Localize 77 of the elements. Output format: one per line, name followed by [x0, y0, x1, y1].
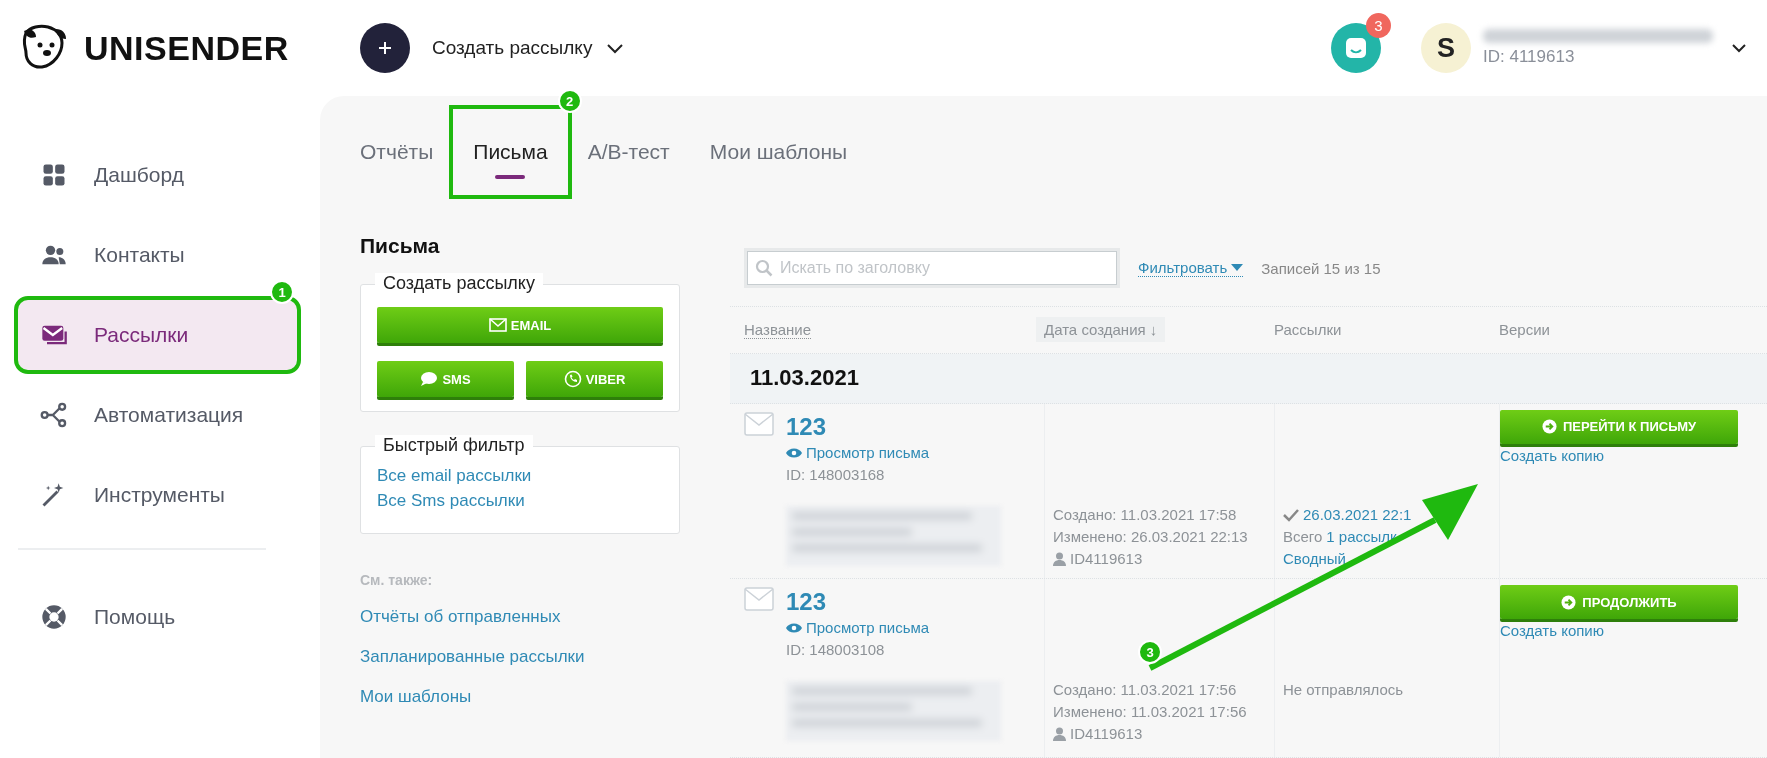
envelope-icon	[744, 587, 774, 612]
step-badge: 1	[270, 280, 294, 304]
sidebar-item[interactable]: Инструменты	[18, 460, 297, 530]
sent-date-link[interactable]: 26.03.2021 22:1	[1303, 503, 1412, 526]
modified-date: Изменено: 26.03.2021 22:13	[1053, 526, 1249, 547]
create-copy-link[interactable]: Создать копию	[1500, 619, 1604, 644]
date-group-header: 11.03.2021	[730, 353, 1767, 404]
eye-icon	[786, 446, 802, 459]
viber-button[interactable]: VIBER	[526, 361, 663, 397]
plus-icon	[376, 39, 394, 57]
plus-button[interactable]	[360, 23, 410, 73]
notification-badge: 3	[1366, 13, 1391, 38]
letter-title-link[interactable]: 123	[786, 587, 1001, 618]
see-also-link[interactable]: Отчёты об отправленных	[360, 604, 680, 629]
sidebar-item[interactable]: Дашборд	[18, 140, 297, 210]
panel-legend: Быстрый фильтр	[375, 435, 533, 456]
chevron-down-icon[interactable]	[1731, 43, 1747, 53]
total-label: Всего	[1283, 526, 1323, 547]
eye-icon	[786, 622, 802, 635]
logo-text: UNISENDER	[84, 28, 289, 68]
arrow-circle-icon	[1541, 419, 1557, 435]
action-button[interactable]: ПЕРЕЙТИ К ПИСЬМУ	[1500, 409, 1738, 444]
see-also-label: См. также:	[360, 572, 434, 588]
caret-icon	[1231, 263, 1244, 272]
mailing-status: Не отправлялось	[1283, 680, 1405, 701]
author-id: ID4119613	[1053, 723, 1274, 746]
tab[interactable]: Мои шаблоны	[689, 109, 868, 195]
record-count: Записей 15 из 15	[1261, 259, 1381, 277]
arrow-circle-icon	[1561, 594, 1577, 610]
preview-link[interactable]: Просмотр письма	[786, 441, 1001, 464]
letter-title-link[interactable]: 123	[786, 411, 1001, 442]
preview-link[interactable]: Просмотр письма	[786, 617, 1001, 640]
checkmark-icon	[1283, 507, 1299, 522]
column-header: Рассылки	[1274, 321, 1342, 339]
filter-link[interactable]: Все email рассылки	[377, 466, 532, 485]
sidebar-item[interactable]: Помощь	[18, 582, 297, 652]
see-also-link[interactable]: Запланированные рассылки	[360, 644, 680, 669]
create-copy-link[interactable]: Создать копию	[1500, 443, 1604, 468]
step-badge: 2	[557, 89, 582, 113]
letter-id: ID: 148003168	[786, 464, 886, 485]
chat-button[interactable]	[1331, 23, 1381, 73]
column-header: Версии	[1499, 321, 1550, 339]
chat-icon	[1345, 37, 1367, 59]
filter-link[interactable]: Все Sms рассылки	[377, 491, 525, 510]
created-date: Создано: 11.03.2021 17:56	[1053, 680, 1238, 701]
search-field[interactable]: Искать по заголовку	[747, 251, 1117, 285]
user-id: ID: 4119613	[1483, 47, 1576, 67]
envelope-icon	[744, 411, 774, 436]
email-button[interactable]: EMAIL	[377, 307, 663, 343]
sidebar-item[interactable]: Автоматизация	[18, 380, 297, 450]
summary-report-link[interactable]: Сводный	[1283, 547, 1346, 570]
phone-bubble-icon	[563, 370, 582, 388]
nodes-icon	[40, 401, 68, 429]
sms-button[interactable]: SMS	[377, 361, 514, 397]
panel-legend: Создать рассылку	[375, 273, 543, 294]
mailing-count-link[interactable]: 1 рассылк	[1326, 525, 1397, 548]
see-also-link[interactable]: Мои шаблоны	[360, 684, 680, 709]
envelope-icon	[488, 318, 507, 332]
letter-id: ID: 148003108	[786, 640, 886, 661]
column-header[interactable]: Название	[744, 320, 812, 339]
person-icon	[1053, 551, 1066, 566]
active-tab-indicator	[495, 175, 526, 179]
column-header[interactable]: Дата создания ↓	[1036, 317, 1166, 343]
author-id: ID4119613	[1053, 547, 1274, 570]
section-title: Письма	[360, 234, 441, 258]
speech-bubble-icon	[420, 371, 439, 387]
create-mailing-dropdown[interactable]: Создать рассылку	[426, 36, 631, 60]
person-icon	[1053, 727, 1066, 742]
created-date: Создано: 11.03.2021 17:58	[1053, 504, 1238, 525]
filter-dropdown[interactable]: Фильтровать	[1138, 259, 1244, 277]
modified-date: Изменено: 11.03.2021 17:56	[1053, 702, 1248, 723]
search-icon	[755, 259, 773, 277]
lifebuoy-icon	[40, 603, 68, 631]
chevron-down-icon	[606, 42, 625, 54]
tab[interactable]: Отчёты	[340, 109, 454, 195]
user-avatar[interactable]: S	[1421, 23, 1471, 73]
action-button[interactable]: ПРОДОЛЖИТЬ	[1500, 585, 1738, 620]
